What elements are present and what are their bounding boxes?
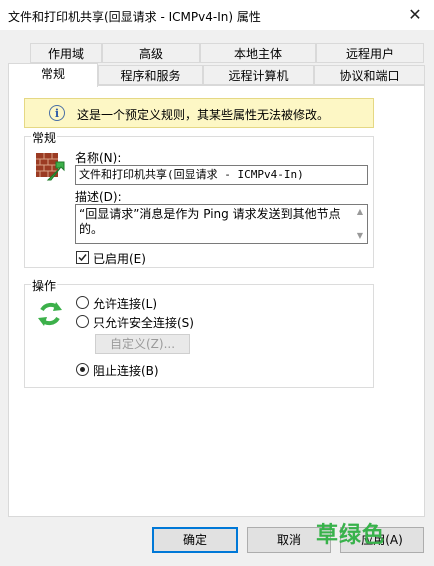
refresh-arrows-icon [34, 298, 66, 330]
tab-remote-users[interactable]: 远程用户 [316, 43, 424, 63]
block-connection-radio[interactable] [76, 363, 89, 376]
name-field[interactable]: 文件和打印机共享(回显请求 - ICMPv4-In) [75, 165, 368, 185]
allow-connection-radio[interactable] [76, 296, 89, 309]
name-label: 名称(N): [75, 151, 122, 165]
title-bar: 文件和打印机共享(回显请求 - ICMPv4-In) 属性 ✕ [0, 0, 434, 30]
info-bar: i 这是一个预定义规则，其某些属性无法被修改。 [24, 98, 374, 128]
tab-advanced[interactable]: 高级 [102, 43, 200, 63]
allow-secure-connection-label[interactable]: 只允许安全连接(S) [93, 314, 194, 331]
close-icon[interactable]: ✕ [404, 4, 426, 26]
description-label: 描述(D): [75, 190, 122, 204]
info-icon: i [49, 105, 65, 121]
tab-protocols-ports[interactable]: 协议和端口 [314, 65, 425, 85]
action-group-label: 操作 [31, 277, 58, 294]
watermark-text: 草绿色 [316, 523, 386, 548]
scroll-up-arrow-icon[interactable]: ▲ [357, 207, 363, 216]
allow-connection-label[interactable]: 允许连接(L) [93, 295, 157, 312]
tab-remote-computers[interactable]: 远程计算机 [203, 65, 314, 85]
ok-button[interactable]: 确定 [152, 527, 238, 553]
window-title: 文件和打印机共享(回显请求 - ICMPv4-In) 属性 [8, 10, 261, 24]
checkmark-icon [78, 254, 87, 262]
description-field[interactable]: “回显请求”消息是作为 Ping 请求发送到其他节点的。 ▲ ▼ [75, 204, 368, 244]
enabled-checkbox[interactable] [76, 251, 89, 264]
scroll-down-arrow-icon[interactable]: ▼ [357, 231, 363, 240]
general-group-label: 常规 [31, 129, 58, 146]
tab-programs-services[interactable]: 程序和服务 [98, 65, 203, 85]
tab-general[interactable]: 常规 [8, 63, 98, 87]
customize-button[interactable]: 自定义(Z)... [95, 334, 190, 354]
tab-local-principals[interactable]: 本地主体 [200, 43, 316, 63]
tab-scope[interactable]: 作用域 [30, 43, 102, 63]
description-text: “回显请求”消息是作为 Ping 请求发送到其他节点的。 [79, 207, 341, 236]
enabled-label[interactable]: 已启用(E) [93, 250, 146, 267]
allow-secure-connection-radio[interactable] [76, 315, 89, 328]
block-connection-label[interactable]: 阻止连接(B) [93, 362, 159, 379]
info-text: 这是一个预定义规则，其某些属性无法被修改。 [77, 108, 330, 122]
firewall-rule-icon [34, 150, 68, 184]
